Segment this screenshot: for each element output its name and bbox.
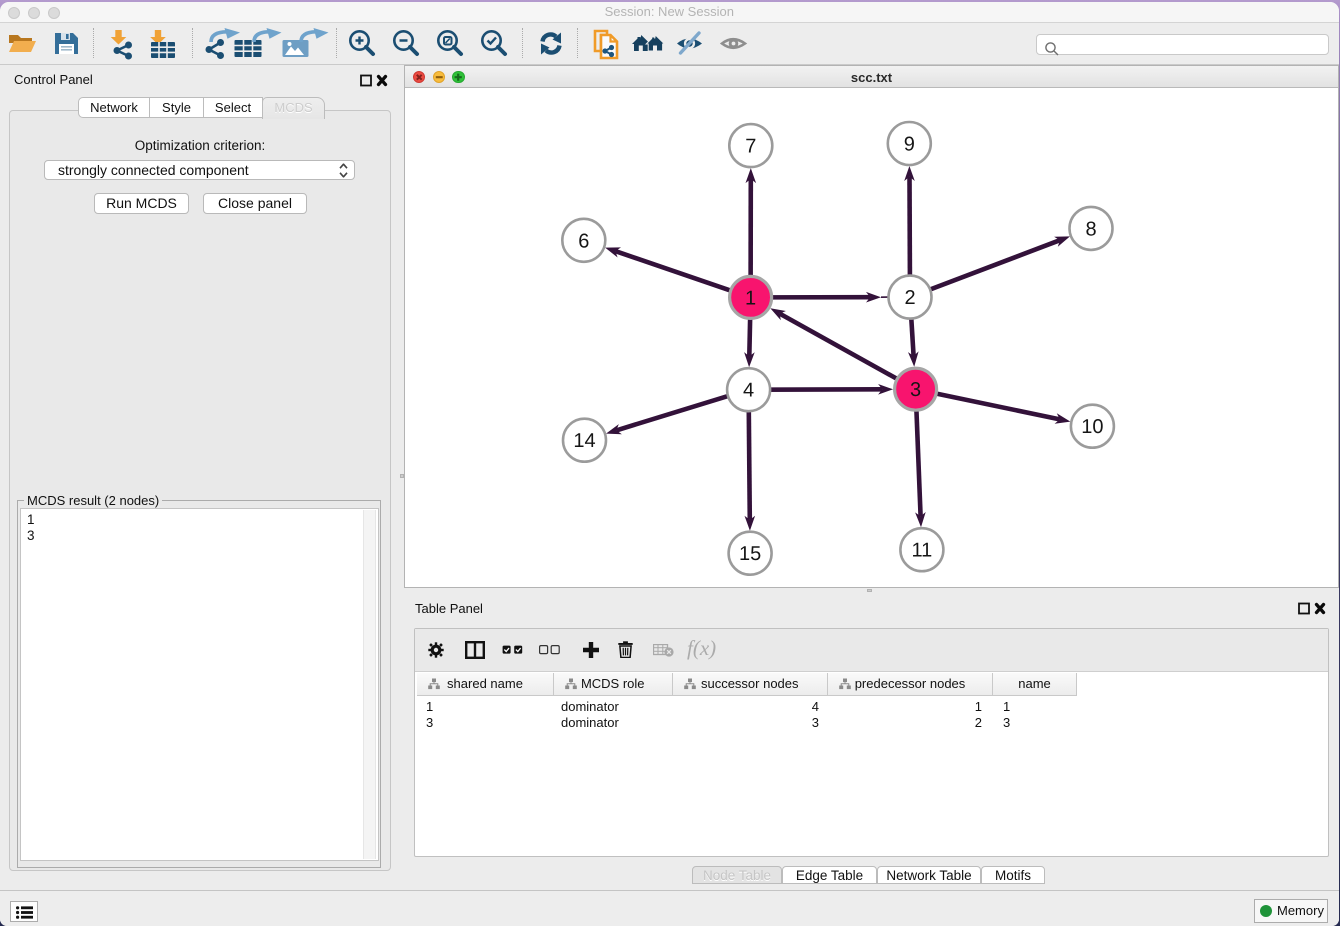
svg-text:3: 3 (910, 379, 921, 401)
svg-text:8: 8 (1085, 218, 1096, 240)
svg-text:1: 1 (745, 287, 756, 309)
svg-text:15: 15 (739, 543, 761, 565)
svg-text:4: 4 (743, 380, 754, 402)
svg-text:11: 11 (912, 540, 933, 562)
svg-text:6: 6 (578, 230, 589, 252)
svg-text:9: 9 (904, 134, 915, 156)
svg-text:14: 14 (573, 430, 595, 452)
svg-text:2: 2 (904, 287, 915, 309)
svg-text:7: 7 (745, 136, 756, 158)
svg-text:10: 10 (1081, 416, 1103, 438)
